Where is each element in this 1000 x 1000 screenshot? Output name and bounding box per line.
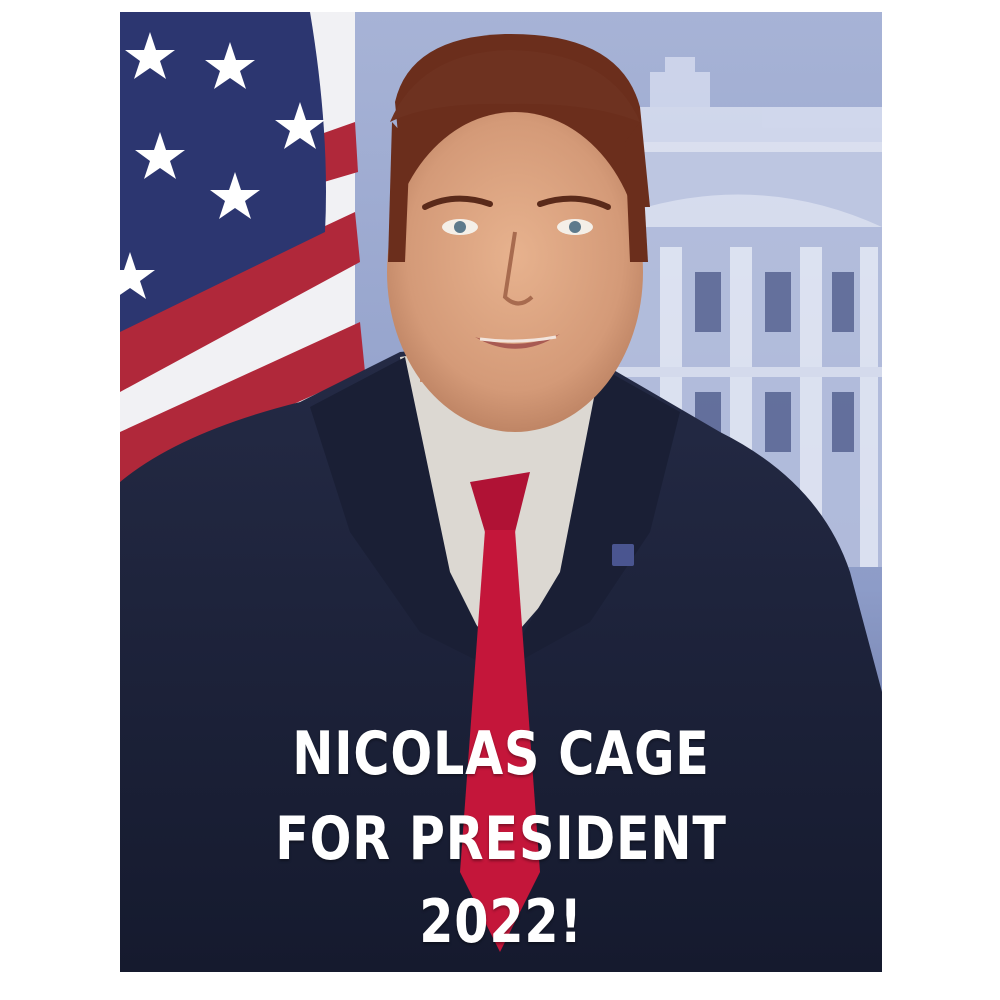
caption-line-1: NICOLAS CAGE	[292, 719, 710, 789]
face	[387, 33, 650, 432]
caption-line-2: FOR PRESIDENT	[275, 804, 727, 874]
campaign-poster: NICOLAS CAGE FOR PRESIDENT 2022!	[120, 12, 882, 972]
caption-line-3: 2022!	[419, 887, 583, 957]
flag-lapel-pin-icon	[612, 544, 634, 566]
